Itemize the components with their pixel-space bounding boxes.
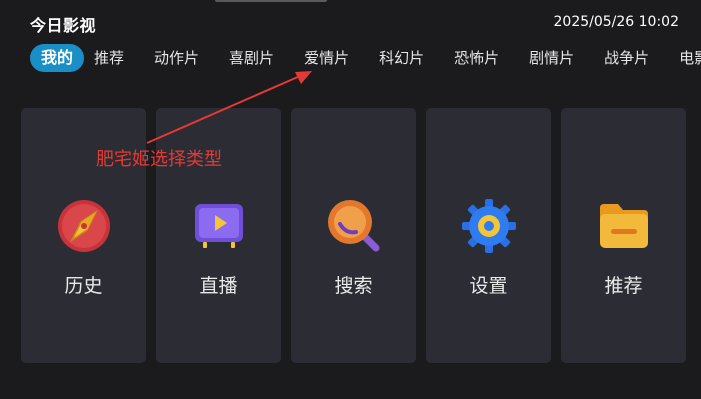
search-magnifier-icon <box>324 196 384 256</box>
tab-movie-commentary[interactable]: 电影解说 <box>671 44 701 72</box>
settings-label: 设置 <box>469 275 508 297</box>
tab-horror[interactable]: 恐怖片 <box>446 44 507 72</box>
tab-war[interactable]: 战争片 <box>596 44 657 72</box>
screen: 今日影视 2025/05/26 10:02 我的 推荐 动作片 喜剧片 爱情片 … <box>0 0 701 399</box>
live-tv-icon <box>189 196 249 256</box>
recommend-card[interactable]: 推荐 <box>561 108 686 363</box>
search-label: 搜索 <box>334 275 373 297</box>
annotation-text: 肥宅姬选择类型 <box>96 149 222 170</box>
tab-recommend[interactable]: 推荐 <box>86 44 132 72</box>
tab-comedy[interactable]: 喜剧片 <box>221 44 282 72</box>
search-card[interactable]: 搜索 <box>291 108 416 363</box>
top-indicator <box>215 0 327 2</box>
clock: 2025/05/26 10:02 <box>553 14 680 30</box>
live-label: 直播 <box>199 275 238 297</box>
tab-romance[interactable]: 爱情片 <box>296 44 357 72</box>
settings-card[interactable]: 设置 <box>426 108 551 363</box>
settings-gear-icon <box>459 196 519 256</box>
tab-scifi[interactable]: 科幻片 <box>371 44 432 72</box>
recommend-label: 推荐 <box>604 275 643 297</box>
app-title: 今日影视 <box>30 16 97 35</box>
tab-mine[interactable]: 我的 <box>30 44 85 72</box>
history-compass-icon <box>54 196 114 256</box>
history-label: 历史 <box>64 275 103 297</box>
category-tab-bar: 我的 推荐 动作片 喜剧片 爱情片 科幻片 恐怖片 剧情片 战争片 电影解说 <box>30 44 701 72</box>
recommend-folder-icon <box>594 196 654 256</box>
tab-drama[interactable]: 剧情片 <box>521 44 582 72</box>
tab-action[interactable]: 动作片 <box>146 44 207 72</box>
